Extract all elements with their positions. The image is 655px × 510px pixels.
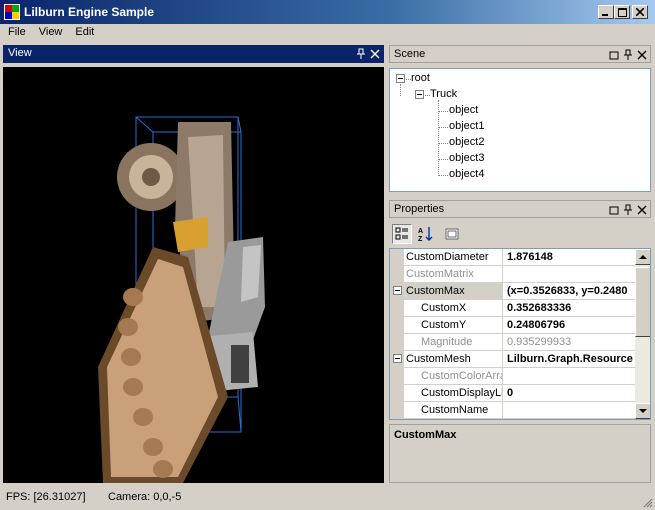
- property-row[interactable]: CustomY 0.24806796: [390, 317, 635, 334]
- property-name: CustomMatrix: [404, 266, 503, 283]
- fps-readout: FPS: [26.31027]: [6, 491, 86, 503]
- property-pages-icon: [445, 228, 459, 240]
- property-value[interactable]: 0: [504, 385, 635, 402]
- tree-node-object4[interactable]: object4: [449, 168, 484, 180]
- resize-grip-icon[interactable]: [641, 496, 653, 508]
- categorized-icon: [395, 227, 408, 240]
- close-icon: [636, 8, 644, 16]
- collapse-icon[interactable]: [393, 286, 402, 295]
- view-panel-header: View: [3, 45, 384, 63]
- tree-node-object[interactable]: object: [449, 104, 478, 116]
- description-title: CustomMax: [394, 429, 457, 441]
- pin-icon[interactable]: [622, 49, 634, 61]
- property-value[interactable]: 0.935299933: [504, 334, 635, 351]
- tree-node-object1[interactable]: object1: [449, 120, 484, 132]
- property-name: CustomY: [404, 317, 503, 334]
- maximize-icon: [617, 7, 627, 17]
- scroll-down-button[interactable]: [635, 403, 650, 419]
- title-bar: Lilburn Engine Sample: [0, 0, 655, 24]
- view-panel-title: View: [8, 47, 32, 59]
- property-value[interactable]: Lilburn.Graph.Resource: [504, 351, 635, 368]
- minimize-icon: [602, 14, 608, 16]
- camera-readout: Camera: 0,0,-5: [108, 491, 182, 503]
- menu-edit[interactable]: Edit: [67, 24, 99, 42]
- menu-bar: File View Edit: [0, 24, 655, 42]
- property-name: Magnitude: [404, 334, 503, 351]
- property-name: CustomX: [404, 300, 503, 317]
- property-row[interactable]: CustomDiameter 1.876148: [390, 249, 635, 266]
- categorized-button[interactable]: [392, 224, 412, 244]
- property-name: CustomMesh: [404, 351, 503, 368]
- scene-panel-header: Scene: [389, 45, 651, 63]
- property-grid: CustomDiameter 1.876148 CustomMatrix Cus…: [389, 248, 651, 420]
- property-value[interactable]: 0.352683336: [504, 300, 635, 317]
- window-title: Lilburn Engine Sample: [24, 5, 155, 19]
- property-name: CustomDisplayLis: [404, 385, 503, 402]
- arrow-up-icon: [639, 255, 647, 259]
- status-bar: FPS: [26.31027] Camera: 0,0,-5: [0, 486, 655, 510]
- scene-tree: root Truck object object1 object2 object…: [389, 68, 651, 192]
- close-icon[interactable]: [636, 49, 648, 61]
- minimize-button[interactable]: [598, 5, 614, 19]
- collapse-truck-icon[interactable]: [415, 90, 424, 99]
- svg-text:A: A: [418, 228, 423, 235]
- close-icon[interactable]: [636, 204, 648, 216]
- truck-render: [98, 116, 265, 483]
- property-name: CustomName: [404, 402, 503, 419]
- collapse-icon[interactable]: [393, 354, 402, 363]
- property-value[interactable]: [504, 368, 635, 385]
- property-name: CustomMax: [404, 283, 503, 300]
- vertical-scrollbar[interactable]: [635, 249, 650, 419]
- property-value[interactable]: (x=0.3526833, y=0.2480: [504, 283, 635, 300]
- window-position-icon[interactable]: [608, 49, 620, 61]
- property-row[interactable]: CustomDisplayLis 0: [390, 385, 635, 402]
- property-pages-button[interactable]: [442, 224, 462, 244]
- property-row-selected[interactable]: CustomMax (x=0.3526833, y=0.2480: [390, 283, 635, 300]
- property-value[interactable]: 0.24806796: [504, 317, 635, 334]
- properties-toolbar: A Z: [389, 222, 651, 248]
- property-row[interactable]: Magnitude 0.935299933: [390, 334, 635, 351]
- collapse-root-icon[interactable]: [396, 74, 405, 83]
- menu-view[interactable]: View: [31, 24, 68, 42]
- tree-node-root[interactable]: root: [411, 72, 430, 84]
- tree-node-object2[interactable]: object2: [449, 136, 484, 148]
- properties-panel-title: Properties: [394, 203, 445, 215]
- pin-icon[interactable]: [622, 204, 634, 216]
- alphabetical-icon: A Z: [418, 227, 433, 243]
- property-value[interactable]: [504, 266, 635, 283]
- alphabetical-button[interactable]: A Z: [415, 224, 435, 244]
- app-icon: [4, 4, 20, 20]
- window-position-icon[interactable]: [608, 204, 620, 216]
- property-row[interactable]: CustomX 0.352683336: [390, 300, 635, 317]
- property-description-pane: CustomMax: [389, 424, 651, 483]
- 3d-viewport[interactable]: [3, 67, 384, 483]
- property-value[interactable]: [504, 402, 635, 419]
- arrow-down-icon: [639, 409, 647, 413]
- tree-node-object3[interactable]: object3: [449, 152, 484, 164]
- close-icon[interactable]: [369, 48, 381, 60]
- maximize-button[interactable]: [614, 5, 630, 19]
- property-row[interactable]: CustomName: [390, 402, 635, 419]
- scene-panel-title: Scene: [394, 48, 426, 60]
- property-name: CustomColorArra: [404, 368, 503, 385]
- tree-node-truck[interactable]: Truck: [430, 88, 457, 100]
- scroll-up-button[interactable]: [635, 249, 650, 265]
- close-button[interactable]: [632, 5, 648, 19]
- pin-icon[interactable]: [355, 48, 367, 60]
- property-value[interactable]: 1.876148: [504, 249, 635, 266]
- property-name: CustomDiameter: [404, 249, 503, 266]
- scroll-thumb[interactable]: [635, 267, 650, 337]
- properties-panel-header: Properties: [389, 200, 651, 218]
- property-row[interactable]: CustomMesh Lilburn.Graph.Resource: [390, 351, 635, 368]
- property-row[interactable]: CustomMatrix: [390, 266, 635, 283]
- svg-text:Z: Z: [418, 236, 423, 243]
- property-row[interactable]: CustomColorArra: [390, 368, 635, 385]
- menu-file[interactable]: File: [0, 24, 31, 42]
